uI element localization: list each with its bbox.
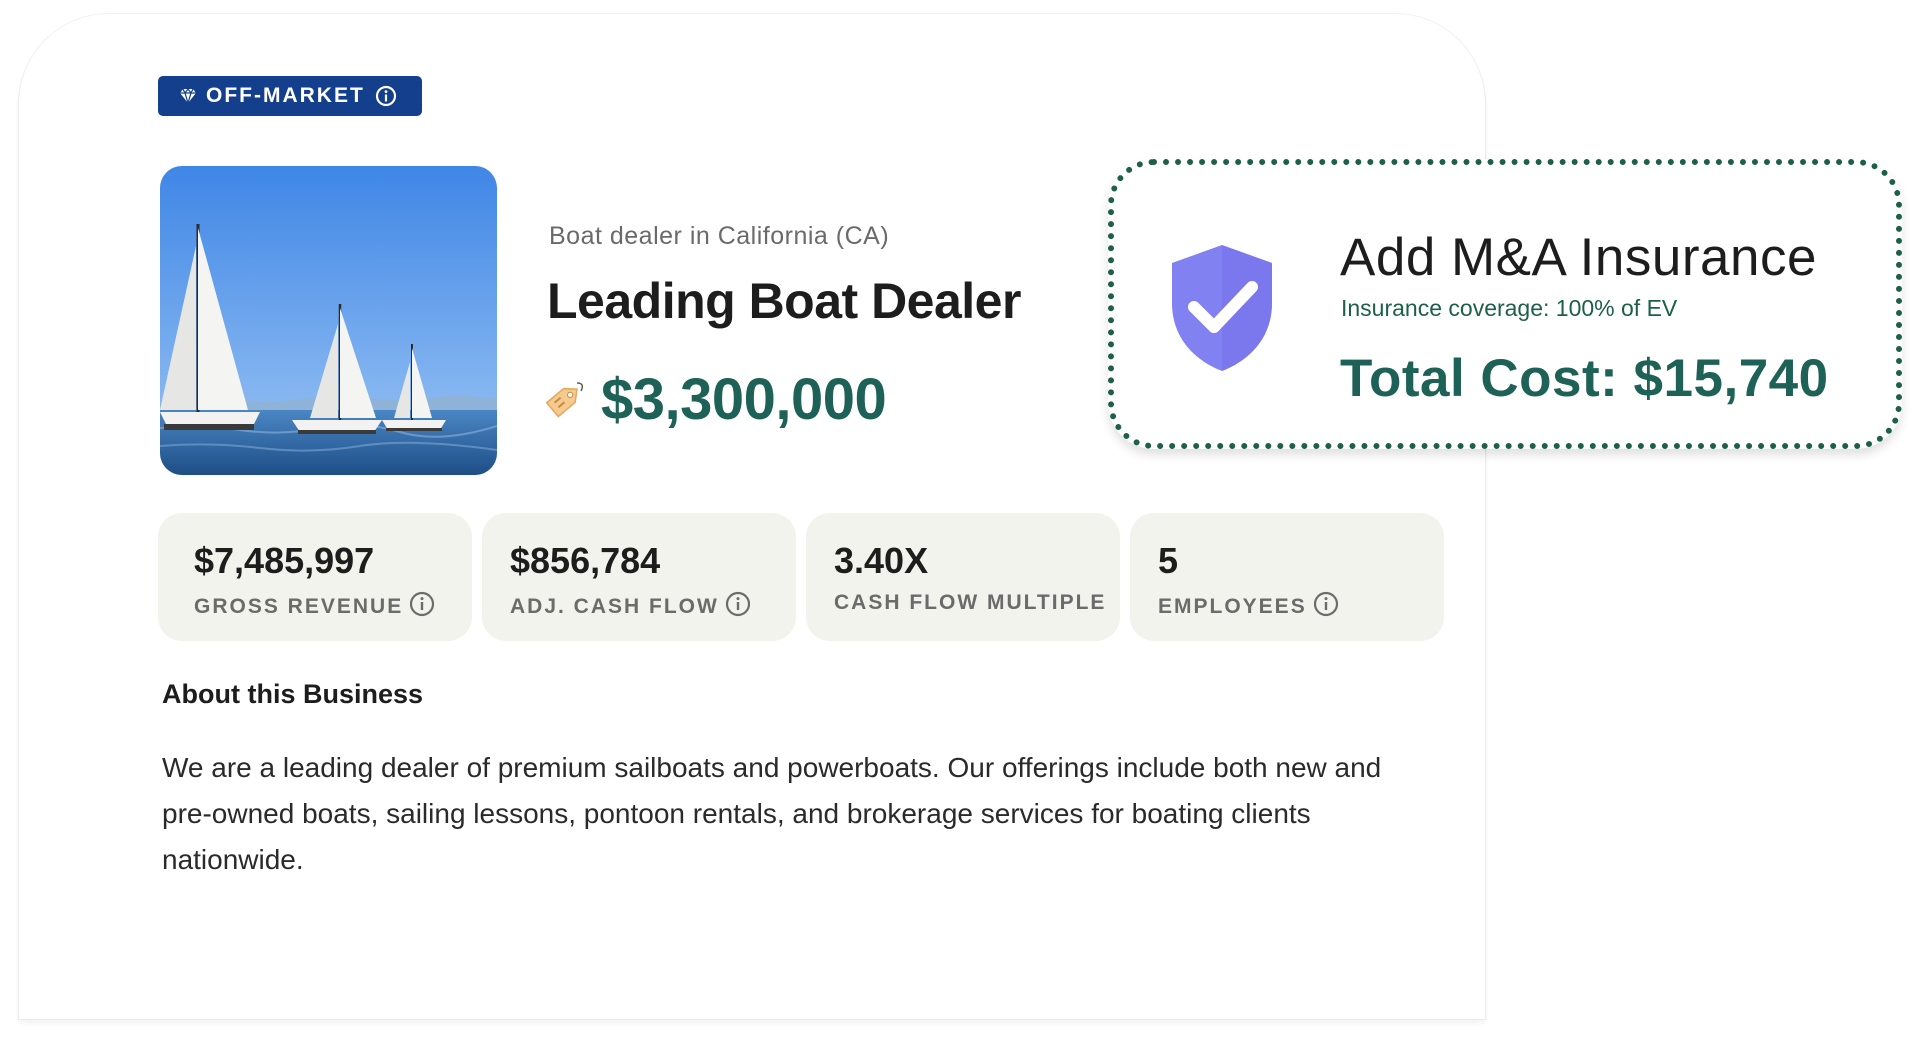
info-icon[interactable] <box>725 591 751 623</box>
stat-card-employees: 5 EMPLOYEES <box>1130 513 1444 641</box>
stat-value: $856,784 <box>510 540 661 581</box>
price-tag-icon <box>541 377 587 428</box>
insurance-total-cost: Total Cost: $15,740 <box>1340 349 1829 408</box>
asking-price: $3,300,000 <box>601 367 887 432</box>
stat-card-cash-flow-multiple: 3.40X CASH FLOW MULTIPLE <box>806 513 1120 641</box>
info-icon[interactable] <box>409 591 435 623</box>
stat-label: EMPLOYEES <box>1158 591 1444 623</box>
stat-value: 5 <box>1158 540 1179 581</box>
stat-card-gross-revenue: $7,485,997 GROSS REVENUE <box>158 513 472 641</box>
stat-label: GROSS REVENUE <box>194 591 472 623</box>
stat-value: $7,485,997 <box>194 540 375 581</box>
page: OFF-MARKET Boat dealer in California (CA… <box>0 0 1920 1051</box>
badge-label: OFF-MARKET <box>206 84 365 107</box>
stat-card-adj-cash-flow: $856,784 ADJ. CASH FLOW <box>482 513 796 641</box>
shield-check-icon <box>1166 241 1278 380</box>
info-icon[interactable] <box>375 85 397 107</box>
listing-title: Leading Boat Dealer <box>547 273 1021 329</box>
insurance-offer-card[interactable]: Add M&A Insurance Insurance coverage: 10… <box>1108 159 1902 449</box>
off-market-badge[interactable]: OFF-MARKET <box>158 76 422 116</box>
stat-label-text: ADJ. CASH FLOW <box>510 595 719 618</box>
listing-subtitle: Boat dealer in California (CA) <box>549 222 890 250</box>
stat-label: CASH FLOW MULTIPLE <box>834 591 1120 615</box>
stat-label: ADJ. CASH FLOW <box>510 591 796 623</box>
about-heading: About this Business <box>162 679 424 709</box>
stat-label-text: CASH FLOW MULTIPLE <box>834 591 1107 614</box>
insurance-coverage: Insurance coverage: 100% of EV <box>1341 295 1678 321</box>
info-icon[interactable] <box>1313 591 1339 623</box>
insurance-title: Add M&A Insurance <box>1340 228 1817 287</box>
stat-label-text: GROSS REVENUE <box>194 595 404 618</box>
about-description: We are a leading dealer of premium sailb… <box>162 752 1382 875</box>
stat-value: 3.40X <box>834 540 929 581</box>
diamond-icon <box>180 89 196 103</box>
stats-row: $7,485,997 GROSS REVENUE $856,784 ADJ. C… <box>158 513 1444 641</box>
sailboats-photo <box>160 166 497 475</box>
stat-label-text: EMPLOYEES <box>1158 595 1307 618</box>
